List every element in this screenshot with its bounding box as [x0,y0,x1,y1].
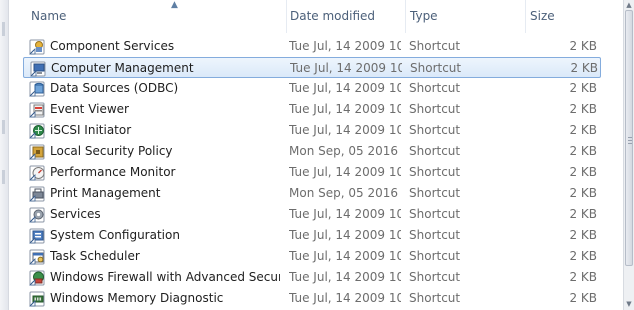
file-row[interactable]: Data Sources (ODBC) Tue Jul, 14 2009 10..… [23,78,601,99]
file-type: Shortcut [409,186,461,200]
file-date: Tue Jul, 14 2009 10... [290,61,402,75]
file-type: Shortcut [409,81,461,95]
file-size: 2 KB [569,270,597,284]
file-name: Task Scheduler [50,249,140,263]
event-viewer-icon [29,102,45,118]
file-name: Event Viewer [50,102,129,116]
vertical-scrollbar[interactable]: ▲ ▼ [623,0,634,310]
file-date: Tue Jul, 14 2009 10... [289,228,401,242]
windows-firewall-icon [29,270,45,286]
file-size: 2 KB [569,249,597,263]
file-date: Tue Jul, 14 2009 10... [289,102,401,116]
scroll-up-arrow-icon[interactable]: ▲ [625,1,633,9]
file-name: iSCSI Initiator [50,123,132,137]
file-date: Mon Sep, 05 2016 ... [289,186,401,200]
file-size: 2 KB [569,207,597,221]
file-date: Tue Jul, 14 2009 10... [289,270,401,284]
file-date: Tue Jul, 14 2009 10... [289,207,401,221]
file-size: 2 KB [569,123,597,137]
task-scheduler-icon [29,249,45,265]
file-row[interactable]: Print Management Mon Sep, 05 2016 ... Shor… [23,183,601,204]
file-name: Component Services [50,39,175,53]
system-configuration-icon [29,228,45,244]
file-type: Shortcut [409,123,461,137]
file-row[interactable]: Windows Firewall with Advanced Security T… [23,267,601,288]
file-name: Computer Management [51,61,194,75]
column-header-bar: Name ▲ Date modified Type Size [9,0,624,33]
file-row[interactable]: System Configuration Tue Jul, 14 2009 10.… [23,225,601,246]
performance-monitor-icon [29,165,45,181]
file-type: Shortcut [409,249,461,263]
navigation-pane-edge [0,0,9,310]
file-type: Shortcut [409,102,461,116]
iscsi-initiator-icon [29,123,45,139]
file-size: 2 KB [569,228,597,242]
file-date: Tue Jul, 14 2009 10... [289,39,401,53]
file-name: System Configuration [50,228,180,242]
file-row[interactable]: Event Viewer Tue Jul, 14 2009 10... Shortc… [23,99,601,120]
column-header-type[interactable]: Type [410,0,526,33]
file-name: Performance Monitor [50,165,176,179]
file-type: Shortcut [409,39,461,53]
data-sources-icon [29,81,45,97]
file-size: 2 KB [570,61,598,75]
pane-grip [2,22,5,36]
file-name: Data Sources (ODBC) [50,81,179,95]
file-row[interactable]: Local Security Policy Mon Sep, 05 2016 ..… [23,141,601,162]
file-size: 2 KB [569,186,597,200]
file-name: Windows Memory Diagnostic [50,291,224,305]
pane-grip [2,170,5,184]
memory-diagnostic-icon [29,291,45,307]
file-date: Tue Jul, 14 2009 10... [289,165,401,179]
print-management-icon [29,186,45,202]
file-type: Shortcut [409,291,461,305]
column-header-date-label: Date modified [290,9,376,23]
file-type: Shortcut [409,207,461,221]
file-row[interactable]: iSCSI Initiator Tue Jul, 14 2009 10... Sho… [23,120,601,141]
file-name: Print Management [50,186,161,200]
scrollbar-thumb[interactable] [625,10,633,266]
file-row[interactable]: Windows Memory Diagnostic Tue Jul, 14 200… [23,288,601,309]
file-row[interactable]: Services Tue Jul, 14 2009 10... Shortcut 2 … [23,204,601,225]
file-row[interactable]: Performance Monitor Tue Jul, 14 2009 10..… [23,162,601,183]
column-header-size[interactable]: Size [530,0,604,33]
scroll-down-arrow-icon[interactable]: ▼ [625,300,633,308]
sort-ascending-icon: ▲ [171,0,178,10]
component-services-icon [29,39,45,55]
file-row[interactable]: Computer Management Tue Jul, 14 2009 10..… [23,57,601,78]
file-type: Shortcut [410,61,462,75]
column-header-name-label: Name [31,9,67,23]
file-date: Tue Jul, 14 2009 10... [289,249,401,263]
column-header-type-label: Type [410,9,438,23]
file-size: 2 KB [569,39,597,53]
file-name: Local Security Policy [50,144,173,158]
file-type: Shortcut [409,270,461,284]
file-size: 2 KB [569,165,597,179]
file-date: Tue Jul, 14 2009 10... [289,123,401,137]
file-row[interactable]: Component Services Tue Jul, 14 2009 10...… [23,36,601,57]
file-size: 2 KB [569,291,597,305]
file-name: Windows Firewall with Advanced Security [50,270,280,284]
file-row[interactable]: Task Scheduler Tue Jul, 14 2009 10... Shor… [23,246,601,267]
file-date: Tue Jul, 14 2009 10... [289,81,401,95]
file-type: Shortcut [409,144,461,158]
file-size: 2 KB [569,144,597,158]
local-security-policy-icon [29,144,45,160]
file-name: Services [50,207,101,221]
column-header-size-label: Size [530,9,555,23]
column-header-name[interactable]: Name ▲ [31,0,287,33]
file-size: 2 KB [569,102,597,116]
file-type: Shortcut [409,165,461,179]
thumb-grip [628,140,632,141]
file-size: 2 KB [569,81,597,95]
thumb-grip [628,137,632,138]
services-icon [29,207,45,223]
computer-management-icon [30,61,46,77]
thumb-grip [628,143,632,144]
file-type: Shortcut [409,228,461,242]
file-date: Mon Sep, 05 2016 ... [289,144,401,158]
file-date: Tue Jul, 14 2009 10... [289,291,401,305]
column-header-date[interactable]: Date modified [290,0,406,33]
pane-grip [2,120,5,134]
